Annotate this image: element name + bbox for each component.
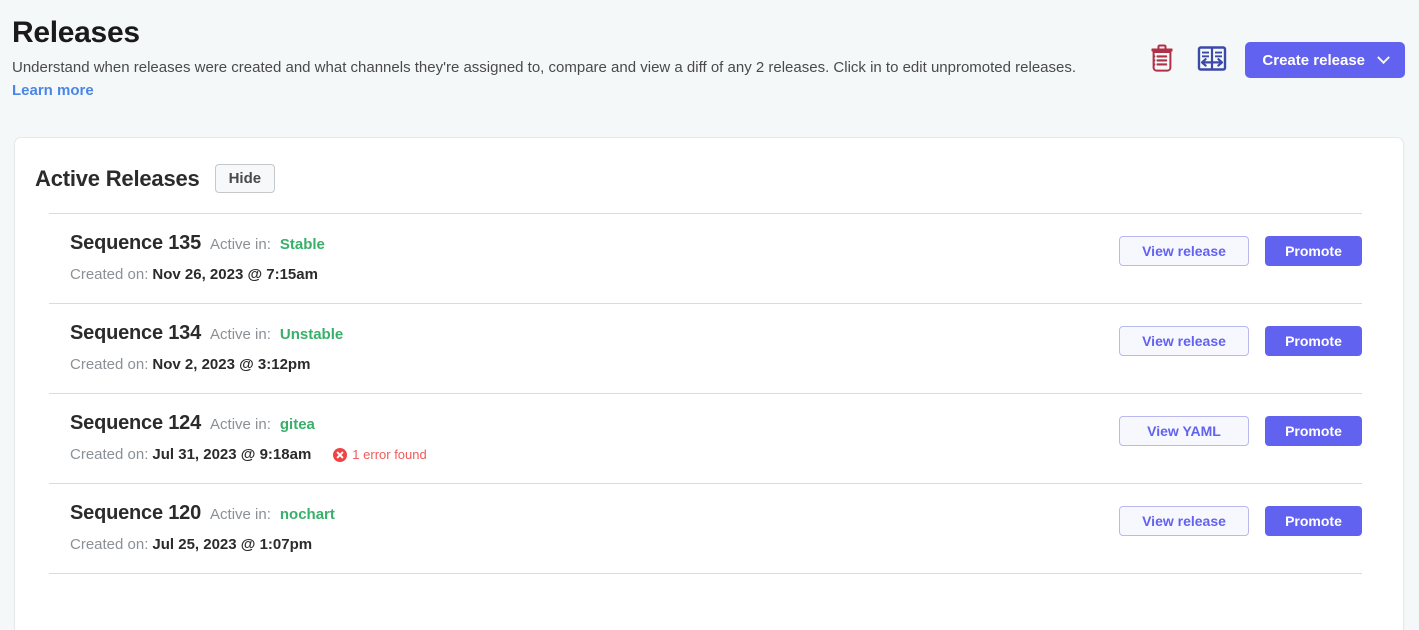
release-title-line: Sequence 124 Active in: gitea xyxy=(70,412,427,435)
created-on-value: Nov 26, 2023 @ 7:15am xyxy=(152,266,318,283)
table-row[interactable]: Sequence 124 Active in: gitea Created on… xyxy=(49,394,1362,463)
view-release-button[interactable]: View release xyxy=(1119,506,1249,536)
release-actions: View release Promote xyxy=(1119,322,1362,356)
hide-button[interactable]: Hide xyxy=(215,164,276,193)
page-description-text: Understand when releases were created an… xyxy=(12,59,1076,76)
release-sequence-name: Sequence 134 xyxy=(70,322,201,345)
release-info: Sequence 120 Active in: nochart Created … xyxy=(49,502,335,553)
release-title-line: Sequence 134 Active in: Unstable xyxy=(70,322,343,345)
release-info: Sequence 124 Active in: gitea Created on… xyxy=(49,412,427,463)
error-badge-label: 1 error found xyxy=(352,447,426,462)
created-on-label: Created on:Jul 25, 2023 @ 1:07pm xyxy=(70,536,312,553)
table-row[interactable]: Sequence 135 Active in: Stable Created o… xyxy=(49,214,1362,283)
active-in-label: Active in: xyxy=(210,326,271,343)
created-on-value: Jul 25, 2023 @ 1:07pm xyxy=(152,536,312,553)
trash-icon-button[interactable] xyxy=(1145,42,1179,78)
header-actions: Create release xyxy=(1145,42,1405,78)
release-channel: gitea xyxy=(280,416,315,433)
error-badge: 1 error found xyxy=(333,447,426,462)
release-created-line: Created on:Jul 31, 2023 @ 9:18am 1 error… xyxy=(70,446,427,463)
release-actions: View YAML Promote xyxy=(1119,412,1362,446)
promote-button[interactable]: Promote xyxy=(1265,236,1362,266)
create-release-button[interactable]: Create release xyxy=(1245,42,1405,78)
page-description: Understand when releases were created an… xyxy=(12,56,1102,102)
created-on-label-text: Created on: xyxy=(70,446,148,463)
release-title-line: Sequence 120 Active in: nochart xyxy=(70,502,335,525)
release-actions: View release Promote xyxy=(1119,502,1362,536)
release-title-line: Sequence 135 Active in: Stable xyxy=(70,232,325,255)
created-on-value: Nov 2, 2023 @ 3:12pm xyxy=(152,356,310,373)
created-on-label: Created on:Nov 26, 2023 @ 7:15am xyxy=(70,266,318,283)
release-channel: Unstable xyxy=(280,326,343,343)
view-release-button[interactable]: View YAML xyxy=(1119,416,1249,446)
table-row[interactable]: Sequence 120 Active in: nochart Created … xyxy=(49,484,1362,553)
table-row[interactable]: Sequence 134 Active in: Unstable Created… xyxy=(49,304,1362,373)
release-created-line: Created on:Jul 25, 2023 @ 1:07pm xyxy=(70,536,335,553)
card-title: Active Releases xyxy=(35,166,200,192)
active-in-label: Active in: xyxy=(210,416,271,433)
view-release-button[interactable]: View release xyxy=(1119,236,1249,266)
release-list: Sequence 135 Active in: Stable Created o… xyxy=(15,213,1403,574)
create-release-label: Create release xyxy=(1262,52,1365,69)
release-sequence-name: Sequence 120 xyxy=(70,502,201,525)
chevron-down-icon xyxy=(1377,51,1390,64)
learn-more-link[interactable]: Learn more xyxy=(12,82,94,99)
error-circle-x-icon xyxy=(333,448,347,462)
release-channel: nochart xyxy=(280,506,335,523)
promote-button[interactable]: Promote xyxy=(1265,326,1362,356)
view-release-button[interactable]: View release xyxy=(1119,326,1249,356)
active-in-label: Active in: xyxy=(210,506,271,523)
created-on-label-text: Created on: xyxy=(70,536,148,553)
row-divider xyxy=(49,573,1362,574)
compare-diff-icon-button[interactable] xyxy=(1195,42,1229,78)
release-sequence-name: Sequence 135 xyxy=(70,232,201,255)
active-releases-card: Active Releases Hide Sequence 135 Active… xyxy=(14,137,1404,630)
release-info: Sequence 134 Active in: Unstable Created… xyxy=(49,322,343,373)
promote-button[interactable]: Promote xyxy=(1265,506,1362,536)
release-created-line: Created on:Nov 26, 2023 @ 7:15am xyxy=(70,266,325,283)
promote-button[interactable]: Promote xyxy=(1265,416,1362,446)
card-header: Active Releases Hide xyxy=(15,138,1403,193)
release-info: Sequence 135 Active in: Stable Created o… xyxy=(49,232,325,283)
created-on-label-text: Created on: xyxy=(70,356,148,373)
release-channel: Stable xyxy=(280,236,325,253)
trash-icon xyxy=(1149,44,1175,76)
page-header: Releases Understand when releases were c… xyxy=(0,0,1419,125)
compare-diff-icon xyxy=(1197,44,1227,76)
release-actions: View release Promote xyxy=(1119,232,1362,266)
created-on-label-text: Created on: xyxy=(70,266,148,283)
release-created-line: Created on:Nov 2, 2023 @ 3:12pm xyxy=(70,356,343,373)
active-in-label: Active in: xyxy=(210,236,271,253)
created-on-value: Jul 31, 2023 @ 9:18am xyxy=(152,446,311,463)
release-sequence-name: Sequence 124 xyxy=(70,412,201,435)
created-on-label: Created on:Nov 2, 2023 @ 3:12pm xyxy=(70,356,310,373)
created-on-label: Created on:Jul 31, 2023 @ 9:18am xyxy=(70,446,311,463)
